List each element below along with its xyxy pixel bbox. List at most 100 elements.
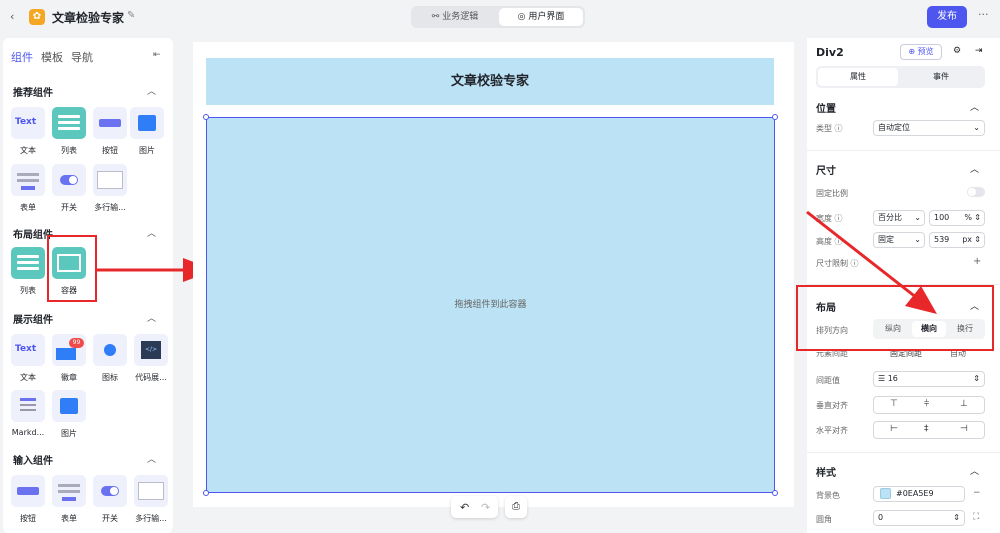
component-input-textarea[interactable]: 多行输... — [132, 475, 170, 524]
section-title: 尺寸 — [816, 166, 836, 177]
undo-icon[interactable]: ↶ — [460, 501, 469, 514]
gear-icon[interactable]: ⚙ — [953, 46, 961, 56]
tab-navigation[interactable]: 导航 — [71, 49, 93, 65]
component-label: 多行输... — [94, 203, 126, 212]
export-icon[interactable]: ⎙ — [505, 496, 527, 518]
color-swatch[interactable] — [880, 488, 891, 499]
component-label: 列表 — [20, 286, 36, 295]
field-label: 圆角 — [816, 515, 832, 524]
component-form[interactable]: 表单 — [9, 164, 47, 213]
component-input-form[interactable]: 表单 — [50, 475, 88, 524]
component-list[interactable]: 列表 — [50, 107, 88, 156]
component-label: 表单 — [61, 514, 77, 523]
text-thumb-icon: Text — [11, 334, 45, 366]
component-label: 按钮 — [102, 146, 118, 155]
component-display-image[interactable]: 图片 — [50, 390, 88, 439]
component-code[interactable]: </> 代码展... — [132, 334, 170, 383]
view-switch: ⚯ 业务逻辑 ◎ 用户界面 — [411, 6, 585, 28]
list-thumb-icon — [52, 107, 86, 139]
component-icon[interactable]: 图标 — [91, 334, 129, 383]
tab-business-logic[interactable]: ⚯ 业务逻辑 — [413, 8, 497, 26]
button-thumb-icon — [93, 107, 127, 139]
edit-icon[interactable]: ✎ — [127, 10, 135, 21]
section-title: 样式 — [816, 468, 836, 479]
component-label: 表单 — [20, 203, 36, 212]
component-switch[interactable]: 开关 — [50, 164, 88, 213]
dock-icon[interactable]: ⇥ — [975, 46, 983, 56]
align-center-icon[interactable]: ‡ — [924, 424, 929, 434]
component-label: 按钮 — [20, 514, 36, 523]
resize-handle[interactable] — [772, 114, 778, 120]
plus-icon[interactable]: + — [973, 256, 981, 267]
component-label: 图片 — [61, 429, 77, 438]
component-markdown[interactable]: Markd... — [9, 390, 47, 437]
code-thumb-icon: </> — [134, 334, 168, 366]
align-left-icon[interactable]: ⊢ — [890, 424, 898, 434]
component-input-button[interactable]: 按钮 — [9, 475, 47, 524]
chevron-up-icon[interactable]: ︿ — [970, 100, 979, 113]
field-label: 背景色 — [816, 491, 840, 500]
align-top-icon[interactable]: ⊤ — [890, 399, 898, 409]
align-bottom-icon[interactable]: ⊥ — [960, 399, 968, 409]
component-label: 徽章 — [61, 373, 77, 382]
form-thumb-icon — [52, 475, 86, 507]
resize-handle[interactable] — [203, 490, 209, 496]
position-type-select[interactable]: 自动定位 ⌄ — [873, 120, 985, 136]
component-name: Div2 — [816, 46, 844, 59]
align-middle-icon[interactable]: ⫩ — [924, 399, 929, 409]
tab-events[interactable]: 事件 — [900, 68, 982, 86]
chevron-up-icon[interactable]: ︿ — [147, 84, 156, 97]
component-layout-list[interactable]: 列表 — [9, 247, 47, 296]
resize-handle[interactable] — [772, 490, 778, 496]
chevron-up-icon[interactable]: ︿ — [970, 464, 979, 477]
field-label: 垂直对齐 — [816, 401, 848, 410]
radius-input[interactable]: 0 ⇕ — [873, 510, 965, 526]
field-label: 类型 ⓘ — [816, 124, 843, 133]
align-right-icon[interactable]: ⊣ — [960, 424, 968, 434]
component-textarea[interactable]: 多行输... — [91, 164, 129, 213]
chevron-up-icon[interactable]: ︿ — [147, 226, 156, 239]
tab-label: 用户界面 — [528, 12, 565, 22]
gap-value-input[interactable]: ☰ 16 ⇕ — [873, 371, 985, 387]
badge-thumb-icon: 99 — [52, 334, 86, 366]
component-text[interactable]: Text 文本 — [9, 107, 47, 156]
preview-button[interactable]: ⊕ 预览 — [900, 44, 942, 60]
component-button[interactable]: 按钮 — [91, 107, 129, 156]
tab-components[interactable]: 组件 — [11, 49, 33, 65]
annotation-highlight-box — [47, 235, 97, 302]
resize-handle[interactable] — [203, 114, 209, 120]
component-label: 文本 — [20, 146, 36, 155]
corner-icon[interactable]: ⛶ — [973, 512, 979, 522]
redo-icon[interactable]: ↷ — [481, 501, 490, 514]
switch-thumb-icon — [93, 475, 127, 507]
chevron-left-icon[interactable]: ‹ — [10, 10, 14, 23]
drop-hint: 拖拽组件到此容器 — [454, 300, 527, 310]
component-image[interactable]: 图片 — [128, 107, 166, 156]
chevron-up-icon[interactable]: ︿ — [970, 162, 979, 175]
tab-properties[interactable]: 属性 — [818, 68, 898, 86]
component-label: 多行输... — [135, 514, 167, 523]
tab-user-interface[interactable]: ◎ 用户界面 — [499, 8, 583, 26]
tab-templates[interactable]: 模板 — [41, 49, 63, 65]
collapse-panel-icon[interactable]: ⇤ — [153, 50, 161, 60]
divider — [807, 150, 1000, 151]
component-input-switch[interactable]: 开关 — [91, 475, 129, 524]
canvas-title-text: 文章校验专家 — [450, 74, 529, 89]
component-display-text[interactable]: Text 文本 — [9, 334, 47, 383]
component-label: 代码展... — [135, 373, 167, 382]
component-badge[interactable]: 99 徽章 — [50, 334, 88, 383]
component-label: 图片 — [139, 146, 155, 155]
minus-icon[interactable]: − — [973, 488, 981, 498]
preview-label: 预览 — [917, 47, 934, 56]
more-icon[interactable]: ··· — [978, 8, 989, 21]
divider — [807, 452, 1000, 453]
chevron-up-icon[interactable]: ︿ — [147, 311, 156, 324]
section-title: 推荐组件 — [13, 88, 53, 99]
component-label: 开关 — [61, 203, 77, 212]
text-thumb-icon: Text — [11, 107, 45, 139]
publish-button[interactable]: 发布 — [927, 6, 967, 28]
badge-count: 99 — [69, 338, 84, 348]
chevron-up-icon[interactable]: ︿ — [147, 452, 156, 465]
fixed-ratio-toggle[interactable] — [967, 187, 985, 197]
component-label: 开关 — [102, 514, 118, 523]
